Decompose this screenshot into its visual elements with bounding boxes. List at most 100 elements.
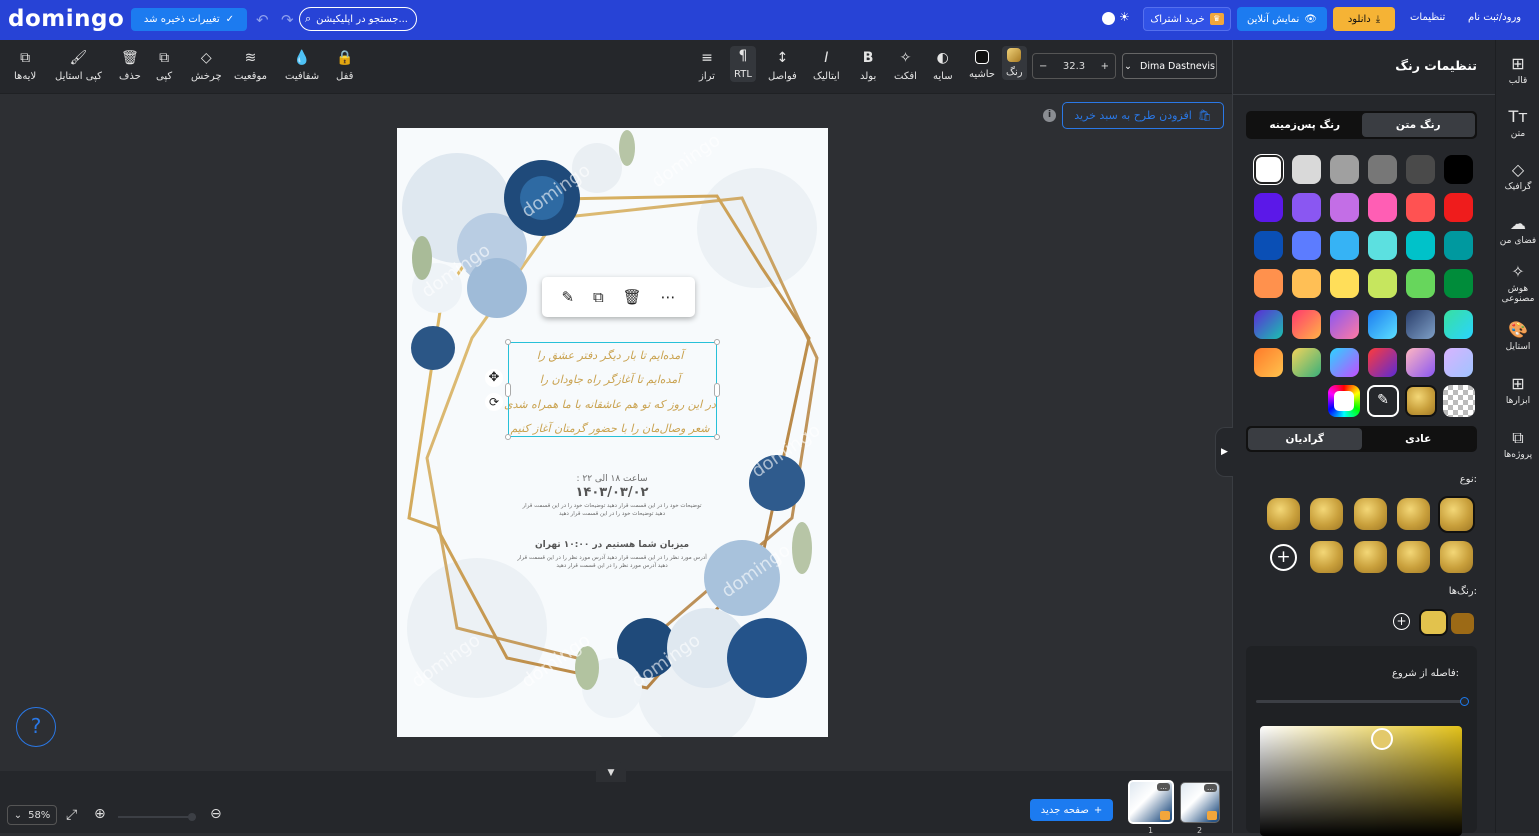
- sidebar-item-text[interactable]: Tт متن: [1496, 107, 1539, 139]
- gradient-swatch[interactable]: [1406, 310, 1435, 339]
- font-size-stepper[interactable]: − 32.3 +: [1032, 53, 1116, 79]
- color-swatch[interactable]: [1368, 193, 1397, 222]
- copy-style-tool[interactable]: 🖌 کپی استایل: [55, 50, 102, 82]
- color-swatch[interactable]: [1254, 155, 1283, 184]
- color-swatch[interactable]: [1406, 193, 1435, 222]
- page-thumbnail-2[interactable]: …: [1180, 782, 1220, 823]
- tab-text-color[interactable]: رنگ متن: [1361, 113, 1475, 137]
- saturation-area[interactable]: [1260, 726, 1462, 836]
- color-swatch[interactable]: [1406, 231, 1435, 260]
- italic-tool[interactable]: I ایتالیک: [813, 50, 840, 82]
- trash-icon[interactable]: 🗑: [623, 288, 642, 306]
- gold-type-swatch[interactable]: [1397, 498, 1430, 530]
- zoom-slider[interactable]: [118, 813, 196, 821]
- color-swatch[interactable]: [1292, 193, 1321, 222]
- color-stop[interactable]: [1451, 613, 1474, 634]
- gradient-swatch[interactable]: [1406, 348, 1435, 377]
- collapse-panel-icon[interactable]: ▶: [1215, 427, 1233, 477]
- color-swatch[interactable]: [1368, 269, 1397, 298]
- color-swatch[interactable]: [1330, 269, 1359, 298]
- address-line[interactable]: دهید آدرس مورد نظر را در این قسمت قرار د…: [556, 562, 668, 569]
- theme-toggle[interactable]: ☀: [1100, 10, 1134, 26]
- gold-swatch-selected[interactable]: [1405, 385, 1437, 417]
- zoom-in-icon[interactable]: ⊕: [94, 806, 106, 822]
- gold-type-swatch[interactable]: [1354, 498, 1387, 530]
- download-button[interactable]: دانلود ⤓: [1333, 7, 1395, 31]
- position-tool[interactable]: ≋ موقعیت: [234, 50, 267, 82]
- login-link[interactable]: ورود/ثبت نام: [1468, 12, 1521, 23]
- gradient-swatch[interactable]: [1368, 310, 1397, 339]
- color-swatch[interactable]: [1292, 231, 1321, 260]
- color-swatch[interactable]: [1406, 155, 1435, 184]
- border-tool[interactable]: حاشیه: [969, 50, 995, 80]
- resize-handle[interactable]: [714, 434, 720, 440]
- rotate-tool[interactable]: ◇ چرخش: [191, 50, 222, 82]
- gold-type-swatch[interactable]: [1310, 541, 1343, 573]
- color-swatch[interactable]: [1254, 193, 1283, 222]
- minus-icon[interactable]: −: [1039, 61, 1047, 72]
- rtl-tool[interactable]: ¶ RTL: [730, 46, 756, 82]
- tab-background-color[interactable]: رنگ پس‌زمینه: [1248, 113, 1362, 137]
- duplicate-icon[interactable]: ⧉: [593, 288, 604, 306]
- color-swatch[interactable]: [1330, 231, 1359, 260]
- color-swatch[interactable]: [1444, 193, 1473, 222]
- sidebar-item-graphics[interactable]: ◇ گرافیک: [1496, 160, 1539, 192]
- host-title[interactable]: میزبان شما هستیم در ۱۰:۰۰ تهران: [535, 540, 689, 550]
- transparent-swatch[interactable]: [1443, 385, 1475, 417]
- gradient-swatch[interactable]: [1444, 348, 1473, 377]
- copy-tool[interactable]: ⧉ کپی: [156, 50, 172, 82]
- undo-icon[interactable]: ↶: [256, 11, 269, 29]
- event-date[interactable]: ۱۴۰۳/۰۳/۰۲: [576, 485, 649, 500]
- color-swatch[interactable]: [1254, 231, 1283, 260]
- add-color-stop-icon[interactable]: +: [1393, 613, 1410, 630]
- opacity-tool[interactable]: 💧 شفافیت: [285, 50, 319, 82]
- color-swatch[interactable]: [1330, 193, 1359, 222]
- more-icon[interactable]: …: [1204, 784, 1217, 792]
- logo[interactable]: domingo: [8, 6, 124, 32]
- color-swatch[interactable]: [1444, 269, 1473, 298]
- color-tool[interactable]: رنگ: [1002, 46, 1027, 80]
- color-swatch[interactable]: [1444, 231, 1473, 260]
- plus-icon[interactable]: +: [1101, 61, 1109, 72]
- gradient-swatch[interactable]: [1330, 310, 1359, 339]
- gradient-swatch[interactable]: [1254, 348, 1283, 377]
- font-size-value[interactable]: 32.3: [1063, 61, 1085, 72]
- gold-type-swatch-selected[interactable]: [1438, 496, 1475, 533]
- resize-handle[interactable]: [505, 434, 511, 440]
- zoom-slider-knob[interactable]: [188, 813, 196, 821]
- description-line[interactable]: دهید توضیحات خود را در این قسمت قرار دهی…: [559, 511, 666, 517]
- gold-type-swatch[interactable]: [1354, 541, 1387, 573]
- gradient-swatch[interactable]: [1292, 348, 1321, 377]
- edit-icon[interactable]: ✎: [561, 288, 574, 306]
- gradient-swatch[interactable]: [1254, 310, 1283, 339]
- info-icon[interactable]: i: [1043, 109, 1056, 122]
- move-icon[interactable]: ✥: [485, 369, 503, 387]
- address-line[interactable]: آدرس مورد نظر را در این قسمت قرار دهید آ…: [516, 554, 707, 561]
- gold-type-swatch[interactable]: [1440, 541, 1473, 573]
- resize-handle[interactable]: [505, 339, 511, 345]
- color-swatch[interactable]: [1292, 155, 1321, 184]
- sidebar-item-templates[interactable]: ⊞ قالب: [1496, 54, 1539, 86]
- subscribe-button[interactable]: خرید اشتراک ♛: [1143, 7, 1231, 31]
- resize-handle[interactable]: [505, 383, 511, 397]
- gold-type-swatch[interactable]: [1267, 498, 1300, 530]
- tab-solid[interactable]: عادی: [1361, 428, 1475, 450]
- description-line[interactable]: توضیحات خود را در این قسمت قرار دهید توض…: [522, 503, 702, 509]
- color-swatch[interactable]: [1254, 269, 1283, 298]
- spacing-tool[interactable]: ↕ فواصل: [768, 50, 797, 82]
- redo-icon[interactable]: ↷: [281, 11, 294, 29]
- zoom-out-icon[interactable]: ⊖: [210, 806, 222, 822]
- effect-tool[interactable]: ✧ افکت: [894, 50, 917, 82]
- sidebar-item-tools[interactable]: ⊞ ابزارها: [1496, 374, 1539, 406]
- delete-tool[interactable]: 🗑 حذف: [119, 50, 141, 82]
- picker-cursor[interactable]: [1371, 728, 1393, 750]
- new-page-button[interactable]: صفحه جدید +: [1030, 799, 1113, 821]
- fullscreen-icon[interactable]: ⤢: [66, 807, 77, 823]
- resize-handle[interactable]: [714, 383, 720, 397]
- live-preview-button[interactable]: نمایش آنلاین 👁: [1237, 7, 1327, 31]
- search-input[interactable]: ⌕ جستجو در اپلیکیشن...: [299, 7, 417, 31]
- page-thumbnail-1[interactable]: …: [1128, 780, 1174, 824]
- help-button[interactable]: ?: [16, 707, 56, 747]
- gradient-swatch[interactable]: [1292, 310, 1321, 339]
- font-select[interactable]: ⌄ Dima Dastnevis: [1122, 53, 1217, 79]
